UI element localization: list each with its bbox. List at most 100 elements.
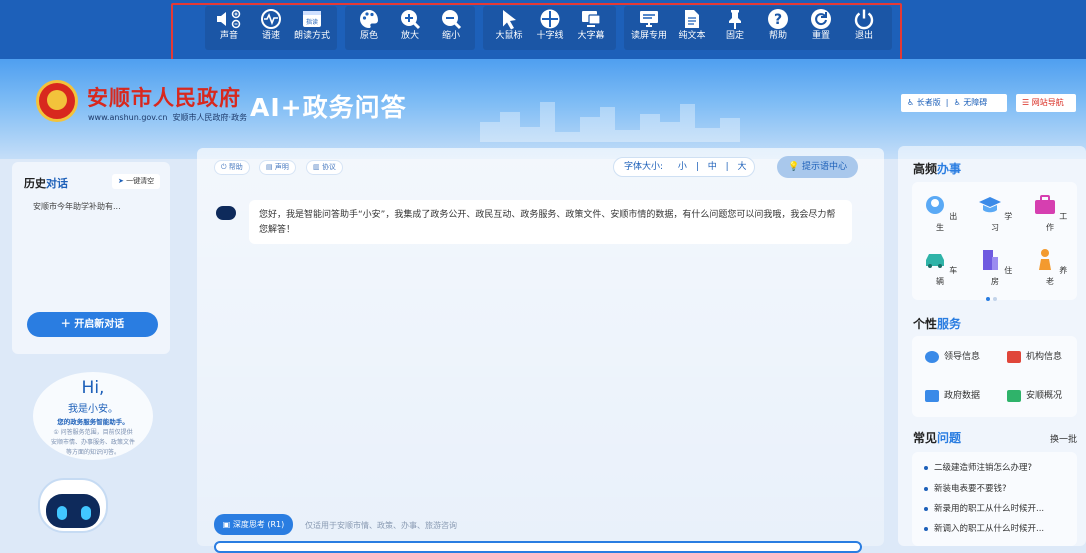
- agreement-pill-label: 协议: [321, 163, 336, 171]
- font-size-switcher: 字体大小: 小 | 中 | 大: [613, 157, 755, 177]
- site-url-text: www.anshun.gov.cn: [88, 113, 168, 122]
- hf-item-study[interactable]: 学习: [975, 194, 1015, 233]
- hf-item-housing[interactable]: 住房: [975, 248, 1015, 287]
- site-nav-label: 网站导航: [1031, 98, 1064, 107]
- deep-think-toggle[interactable]: ▣ 深度思考 (R1): [214, 514, 293, 535]
- high-freq-title-a: 高频: [913, 162, 938, 176]
- assistant-greeting: 您好，我是智能问答助手“小安”，我集成了政务公开、政民互动、政务服务、政策文件、…: [249, 200, 852, 244]
- graduation-cap-icon: [978, 197, 1001, 213]
- service-label: 安顺概况: [1026, 391, 1063, 401]
- agreement-icon: ▥: [313, 163, 320, 171]
- site-url: www.anshun.gov.cn 安顺市人民政府·政务: [88, 112, 247, 123]
- service-label: 机构信息: [1026, 352, 1063, 362]
- national-emblem-logo: [36, 80, 78, 122]
- service-label: 领导信息: [944, 352, 981, 362]
- leader-icon: [925, 350, 939, 363]
- briefcase-icon: [1034, 195, 1055, 214]
- deep-think-label: 深度思考 (R1): [232, 520, 285, 529]
- toolbar-highlight-frame: [171, 3, 902, 61]
- send-icon: ➤: [118, 177, 124, 185]
- clear-history-button[interactable]: ➤ 一键清空: [112, 174, 161, 189]
- city-skyline-illustration: [480, 102, 740, 142]
- help-pill-label: 帮助: [228, 163, 243, 171]
- service-institution[interactable]: 机构信息: [1007, 349, 1062, 363]
- history-title-b: 对话: [46, 177, 68, 190]
- hf-item-elderly[interactable]: 养老: [1030, 248, 1070, 287]
- robot-eye-left: [57, 506, 67, 520]
- power-small-icon: ⏻: [221, 163, 227, 171]
- high-freq-title: 高频办事: [913, 160, 961, 177]
- personal-title-b: 服务: [937, 317, 962, 331]
- help-pill[interactable]: ⏻ 帮助: [214, 160, 250, 175]
- elder-version-link[interactable]: 长者版: [917, 98, 941, 107]
- hint-center-label: 提示语中心: [802, 162, 848, 172]
- building-icon: [982, 250, 998, 270]
- elder-barrier-links: ♿ 长者版 | ♿ 无障碍: [901, 94, 1007, 112]
- service-leader[interactable]: 领导信息: [925, 349, 980, 363]
- site-nav-link[interactable]: ☰ 网站导航: [1016, 94, 1076, 112]
- hf-item-work[interactable]: 工作: [1030, 194, 1070, 233]
- question-item[interactable]: 新调入的职工从什么时候开...: [924, 522, 1044, 534]
- font-size-small[interactable]: 小: [678, 162, 687, 172]
- elder-icon: ♿: [907, 98, 915, 107]
- question-item[interactable]: 新装电表要不要钱?: [924, 482, 1007, 494]
- new-chat-button[interactable]: ＋ 开启新对话: [27, 312, 158, 337]
- history-item[interactable]: 安顺市今年助学补助有...: [33, 201, 121, 212]
- hf-item-birth[interactable]: 出生: [920, 194, 960, 233]
- font-size-mid[interactable]: 中: [708, 162, 717, 172]
- deep-think-hint: 仅适用于安顺市情、政策、办事、旅游咨询: [305, 521, 457, 530]
- carousel-dot[interactable]: [993, 297, 997, 301]
- question-item[interactable]: 二级建造师注销怎么办理?: [924, 461, 1032, 473]
- intro-desc-2: 安顺市情、办事服务、政策文件: [50, 439, 135, 446]
- history-title: 历史对话: [24, 175, 68, 191]
- baby-icon: [925, 196, 944, 214]
- robot-face: [46, 494, 100, 528]
- intro-role: 您的政务服务智能助手。: [57, 418, 129, 426]
- intro-desc-3: 等方面的知识问答。: [65, 449, 120, 456]
- high-freq-title-b: 办事: [937, 162, 962, 176]
- elderly-icon: [1038, 249, 1051, 270]
- font-size-label: 字体大小:: [624, 162, 664, 172]
- accessibility-toolbar: 声音 语速 指读 朗读方式 原色 放大 缩小 大鼠标 十字线 大字幕 读屏专用 …: [0, 0, 1086, 61]
- intro-name: 我是小安。: [68, 404, 118, 415]
- common-questions-title: 常见问题: [913, 429, 961, 446]
- service-gov-data[interactable]: 政府数据: [925, 388, 980, 402]
- agreement-pill[interactable]: ▥ 协议: [306, 160, 343, 175]
- service-overview[interactable]: 安顺概况: [1007, 388, 1062, 402]
- intro-hi: Hi,: [81, 378, 105, 398]
- personal-title-a: 个性: [913, 317, 938, 331]
- common-title-a: 常见: [913, 431, 938, 445]
- question-item[interactable]: 新录用的职工从什么时候开...: [924, 502, 1044, 514]
- history-title-a: 历史: [24, 177, 46, 190]
- menu-icon: ☰: [1022, 98, 1030, 107]
- site-subtitle: 安顺市人民政府·政务: [172, 113, 248, 122]
- intro-desc-1: ① 问答服务范围，目前仅提供: [53, 429, 133, 436]
- statement-icon: ▤: [266, 163, 273, 171]
- question-input[interactable]: [214, 541, 862, 553]
- chip-icon: ▣: [222, 520, 231, 529]
- hint-center-button[interactable]: 💡 提示语中心: [777, 156, 858, 178]
- statement-pill[interactable]: ▤ 声明: [259, 160, 296, 175]
- divider: |: [725, 162, 729, 172]
- lightbulb-icon: 💡: [787, 162, 800, 172]
- font-size-large[interactable]: 大: [738, 162, 747, 172]
- statement-pill-label: 声明: [274, 163, 289, 171]
- common-title-b: 问题: [937, 431, 962, 445]
- swap-batch-button[interactable]: 换一批: [1050, 432, 1077, 445]
- robot-eye-right: [81, 506, 91, 520]
- site-title[interactable]: 安顺市人民政府: [87, 82, 241, 112]
- ai-service-title: AI+政务问答: [250, 93, 407, 122]
- institution-icon: [1007, 350, 1021, 363]
- car-icon: [925, 254, 944, 268]
- divider: |: [695, 162, 699, 172]
- personal-service-title: 个性服务: [913, 315, 961, 332]
- carousel-dot-active[interactable]: [986, 297, 990, 301]
- assistant-avatar-icon: [216, 206, 236, 220]
- hf-item-vehicle[interactable]: 车辆: [920, 248, 960, 287]
- barrier-free-link[interactable]: 无障碍: [963, 98, 987, 107]
- data-chart-icon: [925, 389, 939, 402]
- carousel-dots: [986, 294, 1000, 304]
- service-label: 政府数据: [944, 391, 981, 401]
- clear-history-label: 一键清空: [126, 177, 155, 185]
- accessible-icon: ♿: [953, 98, 961, 107]
